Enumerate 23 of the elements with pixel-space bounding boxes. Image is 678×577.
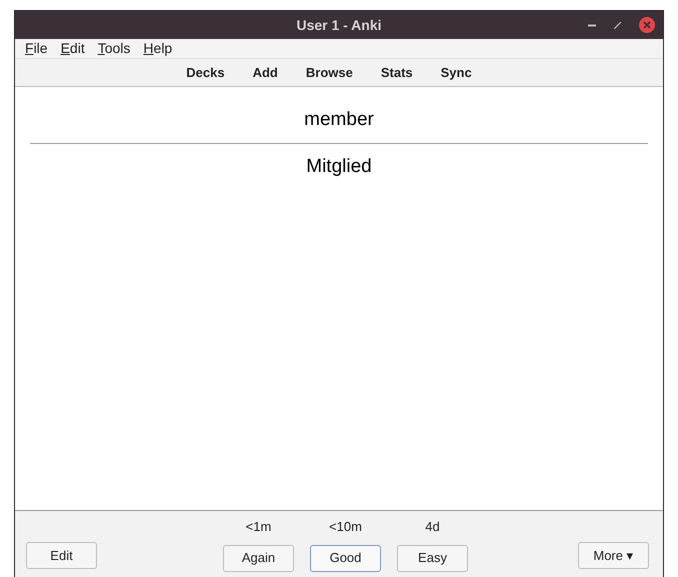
menu-item[interactable]: Edit — [60, 38, 85, 59]
restore-icon[interactable] — [614, 22, 621, 28]
answer-button[interactable]: Good — [310, 544, 381, 572]
toolbar-link[interactable]: Add — [252, 62, 278, 82]
interval-label: <10m — [329, 518, 362, 536]
toolbar-link[interactable]: Stats — [380, 62, 413, 82]
menu-item[interactable]: Tools — [98, 38, 130, 59]
window-title: User 1 - Anki — [296, 16, 382, 34]
card-front: member — [304, 108, 374, 132]
menu-item[interactable]: Help — [143, 38, 172, 59]
answer-button[interactable]: Again — [223, 544, 294, 572]
menu-item[interactable]: File — [25, 38, 48, 59]
minimize-icon[interactable] — [588, 24, 596, 26]
close-icon[interactable] — [639, 17, 655, 33]
edit-button[interactable]: Edit — [26, 542, 97, 569]
interval-label: <1m — [246, 518, 272, 536]
toolbar-link[interactable]: Decks — [186, 62, 225, 82]
answer-button[interactable]: Easy — [397, 544, 468, 572]
interval-label: 4d — [425, 518, 440, 536]
card-back: Mitglied — [306, 154, 372, 178]
toolbar-link[interactable]: Sync — [440, 62, 472, 82]
toolbar-link[interactable]: Browse — [306, 62, 353, 82]
more-button[interactable]: More ▾ — [578, 542, 649, 569]
